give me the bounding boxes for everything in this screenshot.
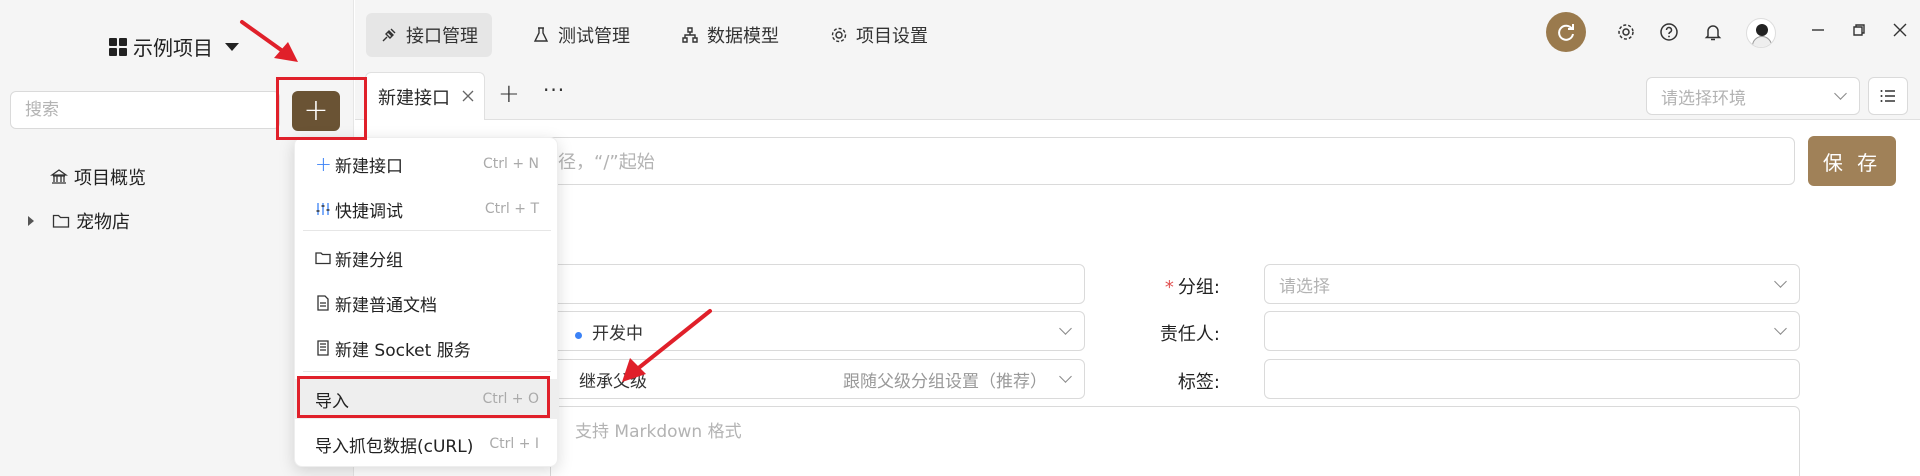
top-nav: 接口管理 测试管理 数据模型 项目设置 bbox=[355, 0, 1920, 68]
environment-placeholder: 请选择环境 bbox=[1661, 88, 1746, 109]
list-button[interactable] bbox=[1868, 77, 1908, 115]
project-switcher[interactable]: 示例项目 bbox=[109, 32, 239, 61]
tags-label: 标签: bbox=[1177, 372, 1220, 393]
avatar[interactable] bbox=[1746, 18, 1776, 48]
name-field[interactable] bbox=[550, 264, 1085, 304]
gear-icon bbox=[831, 27, 847, 43]
url-input[interactable]: 径，“/”起始 bbox=[545, 137, 1795, 185]
save-button[interactable]: 保 存 bbox=[1808, 136, 1896, 186]
minimize-icon[interactable] bbox=[1806, 18, 1830, 42]
server-icon bbox=[317, 340, 329, 356]
list-icon bbox=[1880, 90, 1895, 102]
caret-down-icon bbox=[225, 42, 239, 51]
bank-icon bbox=[50, 169, 68, 184]
grid-icon bbox=[109, 37, 127, 56]
document-icon bbox=[317, 295, 329, 311]
refresh-icon bbox=[1558, 24, 1574, 41]
highlight-box-add-button bbox=[276, 77, 367, 140]
menu-divider bbox=[303, 230, 551, 231]
caret-right-icon[interactable] bbox=[28, 216, 34, 226]
environment-select[interactable]: 请选择环境 bbox=[1646, 77, 1860, 115]
status-dot-icon bbox=[575, 331, 582, 339]
tree-item-label: 项目概览 bbox=[74, 168, 146, 189]
status-value: 开发中 bbox=[592, 323, 643, 344]
folder-icon bbox=[52, 214, 70, 228]
restore-icon[interactable] bbox=[1847, 18, 1871, 42]
group-select[interactable]: 请选择 bbox=[1264, 264, 1800, 304]
help-icon[interactable] bbox=[1657, 20, 1681, 44]
tree-item-label: 宠物店 bbox=[76, 212, 130, 233]
search-input[interactable] bbox=[10, 91, 280, 129]
menu-item-new-group[interactable]: 新建分组 bbox=[295, 238, 559, 278]
chevron-down-icon bbox=[1774, 275, 1787, 288]
description-placeholder: 支持 Markdown 格式 bbox=[575, 422, 742, 442]
owner-select[interactable] bbox=[1264, 311, 1800, 351]
chevron-down-icon bbox=[1059, 322, 1072, 335]
close-window-icon[interactable] bbox=[1888, 18, 1912, 42]
tab-test-management[interactable]: 测试管理 bbox=[518, 13, 644, 57]
group-label: * 分组: bbox=[1164, 277, 1220, 298]
tab-project-settings[interactable]: 项目设置 bbox=[816, 13, 942, 57]
settings-icon[interactable] bbox=[1614, 20, 1638, 44]
tab-label: 数据模型 bbox=[707, 26, 779, 47]
highlight-box-import bbox=[297, 376, 550, 418]
request-tab-bar: 新建接口 + ··· 请选择环境 bbox=[355, 68, 1920, 120]
project-name: 示例项目 bbox=[133, 36, 213, 60]
bell-icon[interactable] bbox=[1701, 20, 1725, 44]
tree-item-overview[interactable]: 项目概览 bbox=[50, 164, 146, 190]
inherit-select[interactable]: 继承父级 跟随父级分组设置（推荐） bbox=[550, 359, 1085, 399]
inherit-label: 继承父级 bbox=[579, 371, 647, 392]
menu-item-import-curl[interactable]: 导入抓包数据(cURL) Ctrl + I bbox=[295, 424, 559, 464]
menu-item-new-api[interactable]: + 新建接口 Ctrl + N bbox=[295, 144, 559, 184]
tab-data-models[interactable]: 数据模型 bbox=[667, 13, 793, 57]
chevron-down-icon bbox=[1059, 370, 1072, 383]
folder-icon bbox=[315, 252, 331, 265]
plug-icon bbox=[382, 28, 396, 42]
request-tab[interactable]: 新建接口 bbox=[365, 72, 485, 120]
menu-divider bbox=[303, 371, 551, 372]
hierarchy-icon bbox=[682, 27, 698, 43]
tab-api-management[interactable]: 接口管理 bbox=[366, 13, 492, 57]
tab-label: 测试管理 bbox=[558, 26, 630, 47]
new-tab-button[interactable]: + bbox=[498, 79, 520, 109]
menu-item-quick-debug[interactable]: 快捷调试 Ctrl + T bbox=[295, 189, 559, 229]
tab-label: 接口管理 bbox=[406, 26, 478, 47]
request-tab-label: 新建接口 bbox=[378, 87, 450, 109]
status-select[interactable]: 开发中 bbox=[550, 311, 1085, 351]
flask-icon bbox=[533, 27, 549, 42]
url-placeholder: 径，“/”起始 bbox=[558, 152, 655, 173]
chevron-down-icon bbox=[1834, 87, 1847, 100]
inherit-hint: 跟随父级分组设置（推荐） bbox=[843, 371, 1047, 392]
owner-label: 责任人: bbox=[1159, 324, 1220, 345]
close-icon[interactable] bbox=[462, 86, 474, 107]
tree-item-petstore[interactable]: 宠物店 bbox=[28, 208, 130, 234]
description-textarea[interactable]: 支持 Markdown 格式 bbox=[550, 406, 1800, 476]
sliders-icon bbox=[316, 203, 330, 215]
menu-item-new-socket[interactable]: 新建 Socket 服务 bbox=[295, 328, 559, 368]
menu-item-new-doc[interactable]: 新建普通文档 bbox=[295, 283, 559, 323]
sync-button[interactable] bbox=[1546, 12, 1586, 52]
more-icon[interactable]: ··· bbox=[543, 78, 565, 102]
plus-icon: + bbox=[315, 152, 332, 176]
tab-label: 项目设置 bbox=[856, 26, 928, 47]
chevron-down-icon bbox=[1774, 322, 1787, 335]
tags-input[interactable] bbox=[1264, 359, 1800, 399]
group-placeholder: 请选择 bbox=[1279, 276, 1330, 297]
